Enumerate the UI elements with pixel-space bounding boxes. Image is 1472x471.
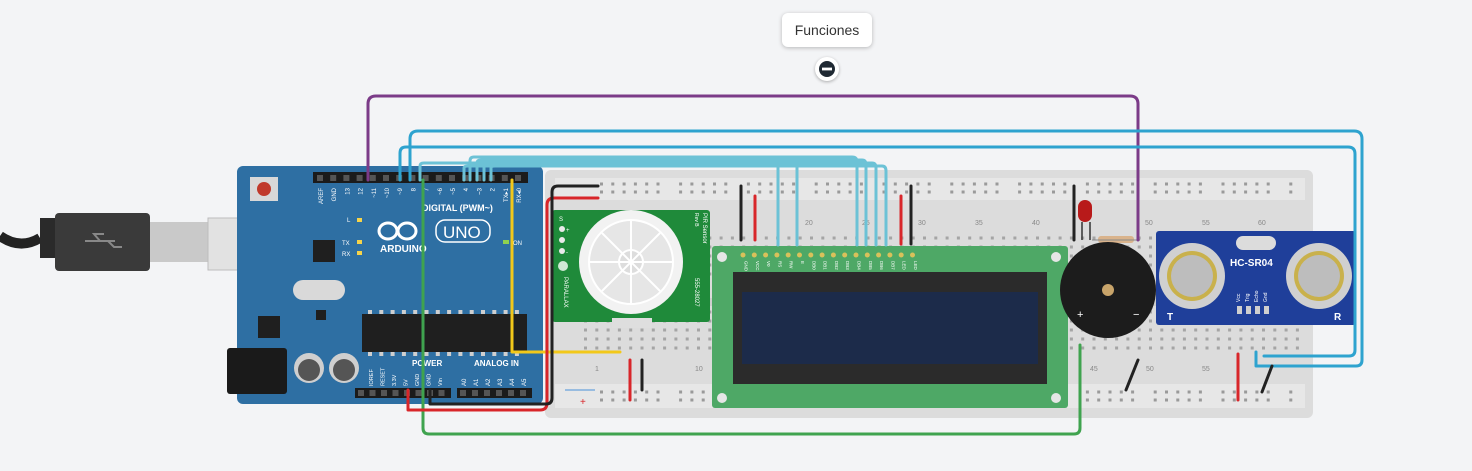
arduino-model: UNO (443, 223, 481, 242)
power-pin-label: IOREF (369, 369, 375, 386)
arduino-uno-board[interactable]: AREF GND 13 12 ~11 ~10 ~9 8 7 ~6 ~5 4 ~3 2 TX▸1 RX◂0 DI… (227, 166, 543, 404)
buzzer-plus: + (1077, 309, 1083, 321)
piezo-buzzer[interactable]: + − (1060, 242, 1156, 338)
power-pin-label: 3.3V (392, 374, 398, 386)
digital-pin-label: TX▸1 (504, 187, 510, 202)
power-pin-label: RESET (381, 367, 387, 386)
power-pin-label: Vin (438, 378, 444, 386)
buzzer-minus: − (1133, 309, 1139, 321)
lcd-pin-label: DB4 (857, 261, 862, 270)
reset-button[interactable] (257, 182, 271, 196)
on-label: ON (513, 241, 522, 247)
lcd-pin-label: VCC (755, 261, 760, 271)
arduino-brand: ARDUINO (380, 244, 427, 255)
digital-label: DIGITAL (PWM~) (422, 203, 493, 213)
lcd-pin-label: E (800, 261, 805, 264)
bb-col-1: 1 (595, 366, 599, 373)
lcd-pin-label: DB1 (823, 261, 828, 270)
pir-title: PIR Sensor (701, 213, 707, 244)
analog-pin-label: A0 (462, 378, 468, 386)
lcd-screen (742, 292, 1038, 364)
lcd-pin-label: DB0 (811, 261, 816, 270)
analog-pin-label: A5 (522, 378, 528, 386)
pir-rev: Rev B (693, 213, 699, 227)
hcsr04-t-label: T (1167, 312, 1173, 323)
lcd-pin-label: DB7 (890, 261, 895, 270)
hcsr04-model: HC-SR04 (1230, 258, 1273, 269)
lcd-pin-label: RW (789, 261, 794, 269)
hcsr04-pin-label: Trig (1245, 293, 1251, 302)
lcd-pin-label: LED (913, 261, 918, 271)
bb-col-50b: 50 (1146, 366, 1154, 373)
pir-pin-s: S (559, 217, 563, 223)
bb-col-35: 35 (975, 220, 983, 227)
digital-pin-label: GND (332, 187, 338, 201)
hcsr04-pin-label: Gnd (1263, 292, 1269, 302)
analog-label: ANALOG IN (474, 359, 519, 368)
hc-sr04-sensor[interactable]: HC-SR04 T R Vcc Trig Echo Gnd (1156, 231, 1356, 325)
hcsr04-pin-label: Vcc (1236, 293, 1242, 302)
digital-pin-label: ~5 (451, 187, 457, 195)
bb-col-60: 60 (1258, 220, 1266, 227)
bb-col-10: 10 (695, 366, 703, 373)
digital-pin-label: AREF (319, 188, 325, 204)
lcd-pin-label: RS (777, 261, 782, 267)
lcd-pin-label: DB3 (845, 261, 850, 270)
digital-pin-label: RX◂0 (517, 187, 523, 202)
bb-col-30: 30 (918, 220, 926, 227)
power-label: POWER (412, 359, 442, 368)
digital-pin-label: ~6 (438, 187, 444, 195)
hcsr04-pin-label: Echo (1254, 290, 1260, 302)
digital-pin-label: ~11 (372, 187, 378, 197)
lcd-16x2[interactable]: GND VCC V0 RS RW E DB0 DB1 DB2 DB3 DB4 DB5 DB6 DB7 LED… (712, 246, 1068, 408)
digital-pin-label: ~10 (385, 187, 391, 198)
bb-col-50: 50 (1145, 220, 1153, 227)
pir-pin-plus: + (566, 228, 570, 234)
bb-col-55b: 55 (1202, 366, 1210, 373)
circuit-canvas[interactable]: 20 25 30 35 40 50 55 60 1 10 45 50 55 + … (0, 0, 1472, 471)
rx-label: RX (342, 252, 350, 258)
svg-text:+: + (580, 397, 586, 408)
pir-sensor[interactable]: S + - PIR Sensor Rev B PARALLAX 555-2802… (552, 210, 710, 328)
pir-part: 555-28027 (693, 278, 699, 307)
digital-pin-label: 13 (345, 187, 351, 194)
pir-pin-minus: - (566, 250, 568, 256)
resistor[interactable] (1092, 236, 1140, 243)
lcd-pin-label: DB6 (879, 261, 884, 270)
analog-pin-label: A4 (510, 378, 516, 386)
bb-col-20: 20 (805, 220, 813, 227)
power-pin-label: GND (427, 374, 433, 386)
analog-pin-label: A2 (486, 378, 492, 386)
lcd-pin-label: LED (902, 261, 907, 271)
lcd-pin-label: DB2 (834, 261, 839, 270)
analog-pin-label: A3 (498, 378, 504, 386)
pir-brand: PARALLAX (562, 277, 568, 308)
bb-col-40: 40 (1032, 220, 1040, 227)
digital-pin-label: ~9 (398, 187, 404, 195)
hcsr04-r-label: R (1334, 312, 1342, 323)
bb-col-45: 45 (1090, 366, 1098, 373)
bb-col-55: 55 (1202, 220, 1210, 227)
analog-pin-label: A1 (474, 378, 480, 386)
lcd-pin-label: V0 (766, 261, 771, 267)
tx-label: TX (342, 241, 350, 247)
lcd-pin-label: DB5 (868, 261, 873, 270)
digital-pin-label: 12 (359, 187, 365, 194)
power-pin-label: GND (415, 374, 421, 386)
digital-pin-label: ~3 (477, 187, 483, 195)
power-pin-label: 5V (404, 379, 410, 386)
lcd-pin-label: GND (744, 261, 749, 272)
usb-cable (0, 213, 269, 271)
